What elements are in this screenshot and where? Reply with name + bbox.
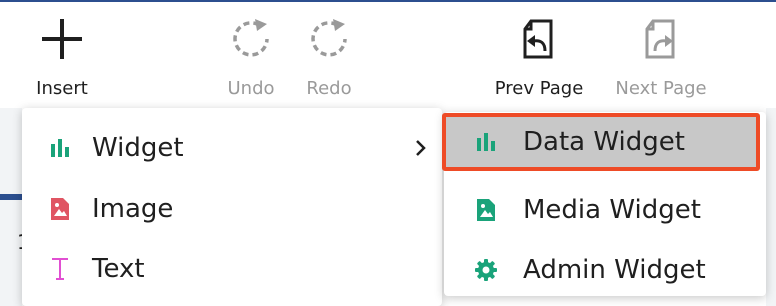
menu-item-label: Image [92, 194, 174, 224]
menu-item-text[interactable]: Text [22, 239, 442, 299]
menu-item-label: Text [92, 254, 145, 284]
submenu-item-media-widget[interactable]: Media Widget [444, 180, 766, 240]
next-page-icon [645, 19, 675, 59]
undo-button[interactable]: Undo [214, 8, 288, 108]
image-file-icon [46, 195, 74, 223]
redo-label: Redo [306, 78, 352, 99]
submenu-item-label: Data Widget [523, 127, 685, 157]
submenu-item-admin-widget[interactable]: Admin Widget [444, 240, 766, 300]
plus-icon [42, 19, 82, 59]
text-t-icon [46, 255, 74, 283]
submenu-item-data-widget[interactable]: Data Widget [442, 113, 760, 171]
redo-button[interactable]: Redo [292, 8, 366, 108]
next-page-label: Next Page [615, 78, 707, 99]
header-border [0, 0, 776, 2]
undo-icon [233, 19, 269, 57]
widget-submenu: Data Widget Media Widget Admin Widget [442, 112, 766, 296]
insert-button[interactable]: Insert [30, 8, 94, 108]
redo-icon [311, 19, 347, 57]
bar-chart-icon [472, 128, 500, 156]
menu-item-widget[interactable]: Widget [22, 118, 442, 178]
canvas-left-edge: 1 [0, 108, 30, 306]
image-file-icon [472, 196, 500, 224]
submenu-item-label: Admin Widget [523, 255, 706, 285]
menu-item-image[interactable]: Image [22, 179, 442, 239]
undo-label: Undo [227, 78, 275, 99]
chevron-right-icon [416, 140, 426, 156]
submenu-item-label: Media Widget [523, 195, 701, 225]
bar-chart-icon [46, 134, 74, 162]
menu-item-label: Widget [92, 133, 184, 163]
canvas-right-edge [766, 108, 776, 306]
prev-page-button[interactable]: Prev Page [480, 8, 598, 108]
gear-icon [472, 256, 500, 284]
prev-page-label: Prev Page [494, 78, 584, 99]
insert-menu: Widget Image Text [22, 108, 442, 306]
prev-page-icon [523, 19, 553, 59]
canvas-blue-bar [0, 194, 22, 200]
next-page-button[interactable]: Next Page [602, 8, 720, 108]
insert-label: Insert [36, 78, 88, 99]
